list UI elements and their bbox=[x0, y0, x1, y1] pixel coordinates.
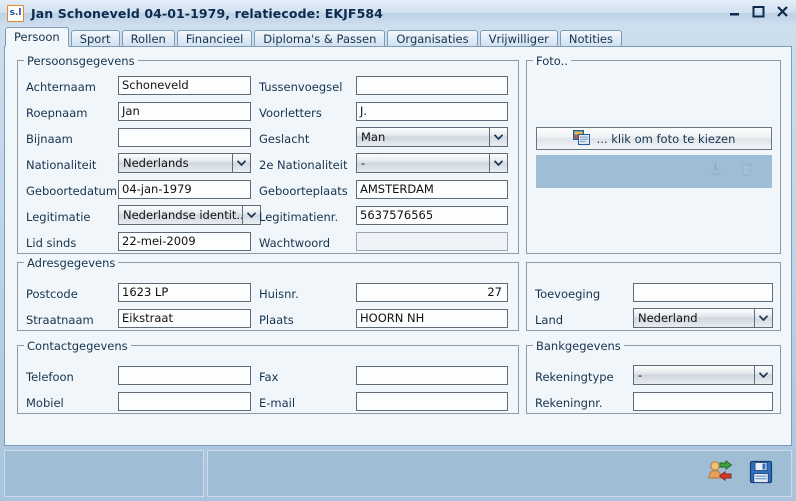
status-bar bbox=[4, 450, 792, 497]
input-toevoeging[interactable] bbox=[633, 283, 773, 302]
input-roepnaam[interactable]: Jan bbox=[118, 102, 251, 121]
choose-photo-label: ... klik om foto te kiezen bbox=[596, 131, 736, 146]
label-tussenvoegsel: Tussenvoegsel bbox=[259, 80, 343, 94]
label-rekeningnr: Rekeningnr. bbox=[535, 396, 603, 410]
app-icon: s.l bbox=[7, 5, 24, 22]
input-straatnaam[interactable]: Eikstraat bbox=[118, 309, 251, 328]
select-land[interactable]: Nederland bbox=[633, 308, 773, 328]
save-icon[interactable] bbox=[749, 460, 773, 488]
choose-photo-button[interactable]: ... klik om foto te kiezen bbox=[536, 127, 772, 150]
select-geslacht[interactable]: Man bbox=[356, 127, 508, 147]
window-title: Jan Schoneveld 04-01-1979, relatiecode: … bbox=[31, 6, 383, 21]
window-controls bbox=[727, 4, 790, 19]
input-mobiel[interactable] bbox=[118, 392, 251, 411]
input-bijnaam[interactable] bbox=[118, 128, 251, 147]
tab-bar: Persoon Sport Rollen Financieel Diploma'… bbox=[0, 27, 796, 47]
close-icon[interactable] bbox=[775, 4, 790, 19]
input-telefoon[interactable] bbox=[118, 366, 251, 385]
label-roepnaam: Roepnaam bbox=[26, 106, 88, 120]
chevron-down-icon bbox=[232, 154, 250, 172]
input-geboorteplaats[interactable]: AMSTERDAM bbox=[356, 180, 508, 199]
tab-financieel[interactable]: Financieel bbox=[176, 30, 253, 47]
label-lid-sinds: Lid sinds bbox=[26, 236, 77, 250]
label-telefoon: Telefoon bbox=[26, 370, 74, 384]
chevron-down-icon bbox=[489, 128, 507, 146]
label-geslacht: Geslacht bbox=[259, 132, 310, 146]
select-legitimatie-value: Nederlandse identit... bbox=[123, 208, 242, 222]
select-rekeningtype-value: - bbox=[638, 368, 643, 382]
input-rekeningnr[interactable] bbox=[633, 392, 773, 411]
label-fax: Fax bbox=[259, 370, 279, 384]
label-rekeningtype: Rekeningtype bbox=[535, 370, 614, 384]
input-achternaam[interactable]: Schoneveld bbox=[118, 76, 251, 95]
switch-user-icon[interactable] bbox=[707, 459, 733, 488]
input-email[interactable] bbox=[356, 392, 508, 411]
input-huisnr[interactable]: 27 bbox=[356, 283, 508, 302]
group-title-bankgegevens: Bankgegevens bbox=[533, 339, 624, 353]
input-plaats[interactable]: HOORN NH bbox=[356, 309, 508, 328]
chevron-down-icon bbox=[242, 206, 260, 224]
label-mobiel: Mobiel bbox=[26, 396, 64, 410]
select-2e-nationaliteit-value: - bbox=[361, 156, 366, 170]
input-fax[interactable] bbox=[356, 366, 508, 385]
group-title-foto: Foto.. bbox=[533, 54, 571, 68]
tab-organisaties[interactable]: Organisaties bbox=[387, 30, 478, 47]
label-legitimatie: Legitimatie bbox=[26, 210, 91, 224]
tab-vrijwilliger[interactable]: Vrijwilliger bbox=[479, 30, 558, 47]
trash-icon[interactable] bbox=[739, 162, 754, 181]
group-title-persoonsgegevens: Persoonsgegevens bbox=[24, 54, 138, 68]
label-toevoeging: Toevoeging bbox=[535, 287, 601, 301]
input-postcode[interactable]: 1623 LP bbox=[118, 283, 251, 302]
tab-persoon[interactable]: Persoon bbox=[5, 27, 69, 47]
title-bar: s.l Jan Schoneveld 04-01-1979, relatieco… bbox=[0, 0, 796, 27]
label-2e-nationaliteit: 2e Nationaliteit bbox=[259, 158, 348, 172]
label-huisnr: Huisnr. bbox=[259, 287, 299, 301]
tab-notities[interactable]: Notities bbox=[559, 30, 622, 47]
input-voorletters[interactable]: J. bbox=[356, 102, 508, 121]
select-geslacht-value: Man bbox=[361, 130, 386, 144]
tab-diplomas-passen[interactable]: Diploma's & Passen bbox=[254, 30, 386, 47]
label-land: Land bbox=[535, 313, 564, 327]
input-lid-sinds[interactable]: 22-mei-2009 bbox=[118, 232, 251, 251]
download-icon[interactable] bbox=[708, 162, 723, 181]
tab-sport[interactable]: Sport bbox=[70, 30, 120, 47]
label-straatnaam: Straatnaam bbox=[26, 313, 94, 327]
status-panel-left bbox=[4, 450, 204, 497]
label-nationaliteit: Nationaliteit bbox=[26, 158, 97, 172]
chevron-down-icon bbox=[754, 309, 772, 327]
tab-rollen[interactable]: Rollen bbox=[121, 30, 175, 47]
select-2e-nationaliteit[interactable]: - bbox=[356, 153, 508, 173]
select-rekeningtype[interactable]: - bbox=[633, 365, 773, 385]
select-nationaliteit[interactable]: Nederlands bbox=[118, 153, 251, 173]
input-tussenvoegsel[interactable] bbox=[356, 76, 508, 95]
app-icon-text: s.l bbox=[9, 8, 22, 18]
maximize-icon[interactable] bbox=[751, 4, 766, 19]
photo-action-band bbox=[536, 155, 772, 188]
application-window: s.l Jan Schoneveld 04-01-1979, relatieco… bbox=[0, 0, 796, 501]
label-wachtwoord: Wachtwoord bbox=[259, 236, 331, 250]
label-geboortedatum: Geboortedatum bbox=[26, 184, 118, 198]
label-geboorteplaats: Geboorteplaats bbox=[259, 184, 348, 198]
label-bijnaam: Bijnaam bbox=[26, 132, 73, 146]
label-plaats: Plaats bbox=[259, 313, 294, 327]
select-legitimatie[interactable]: Nederlandse identit... bbox=[118, 205, 261, 225]
select-nationaliteit-value: Nederlands bbox=[123, 156, 189, 170]
photos-icon bbox=[572, 129, 590, 148]
select-land-value: Nederland bbox=[638, 311, 698, 325]
group-title-adresgegevens: Adresgegevens bbox=[24, 256, 119, 270]
input-legitimatienr[interactable]: 5637576565 bbox=[356, 206, 508, 225]
input-geboortedatum[interactable]: 04-jan-1979 bbox=[118, 180, 251, 199]
group-title-contactgegevens: Contactgegevens bbox=[24, 339, 131, 353]
input-wachtwoord[interactable] bbox=[356, 232, 508, 251]
status-panel-right bbox=[207, 450, 792, 497]
label-email: E-mail bbox=[259, 396, 296, 410]
label-legitimatienr: Legitimatienr. bbox=[259, 210, 339, 224]
minimize-icon[interactable] bbox=[727, 4, 742, 19]
chevron-down-icon bbox=[754, 366, 772, 384]
label-voorletters: Voorletters bbox=[259, 106, 322, 120]
tab-content-persoon: Persoonsgegevens Achternaam Roepnaam Bij… bbox=[4, 46, 792, 446]
chevron-down-icon bbox=[489, 154, 507, 172]
label-postcode: Postcode bbox=[26, 287, 78, 301]
label-achternaam: Achternaam bbox=[26, 80, 96, 94]
